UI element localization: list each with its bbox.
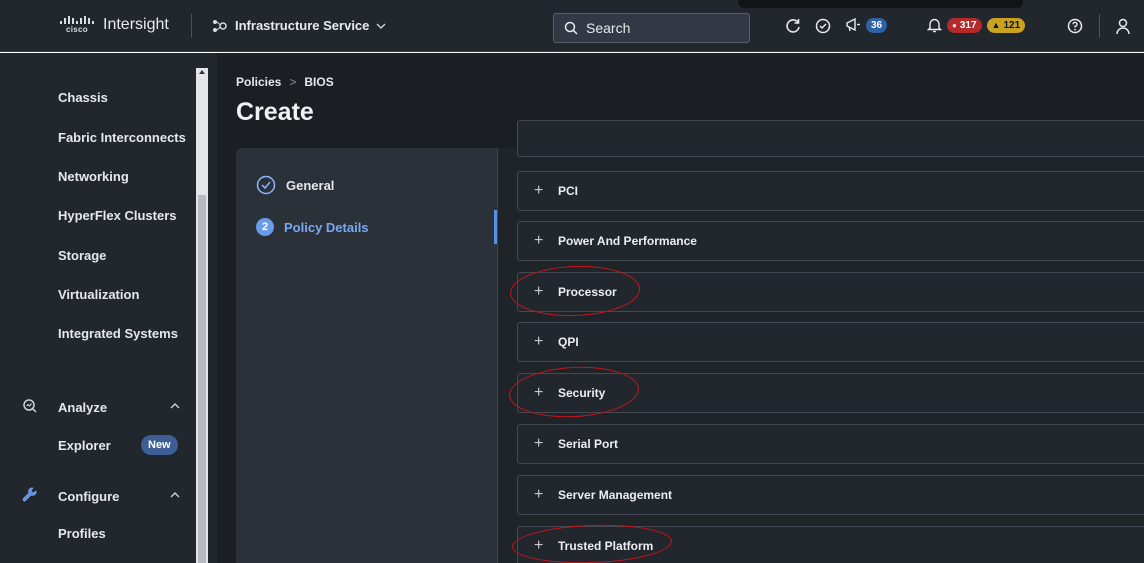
plus-icon: + bbox=[534, 182, 544, 199]
announcements-button[interactable]: 36 bbox=[845, 17, 888, 33]
wizard-step-label: Policy Details bbox=[284, 219, 369, 235]
accordion-label: Power And Performance bbox=[558, 234, 697, 248]
sidebar-item-virtualization[interactable]: Virtualization bbox=[58, 287, 139, 302]
warning-alarm-count: 121 bbox=[1003, 19, 1021, 31]
breadcrumb: Policies > BIOS bbox=[236, 75, 334, 89]
critical-alarm-count: 317 bbox=[959, 19, 977, 31]
chevron-up-icon[interactable] bbox=[170, 401, 180, 411]
wrench-icon bbox=[22, 487, 37, 502]
warning-alarm-badge: ▲ 121 bbox=[986, 17, 1026, 33]
chevron-up-icon[interactable] bbox=[170, 490, 180, 500]
help-icon[interactable] bbox=[1066, 17, 1084, 35]
new-badge: New bbox=[141, 435, 178, 455]
accordion-qpi[interactable]: + QPI bbox=[517, 322, 1144, 362]
chevron-down-icon bbox=[376, 23, 386, 29]
critical-alarm-icon: ● bbox=[952, 20, 957, 30]
search-icon bbox=[564, 21, 578, 35]
sidebar-item-fabric-interconnects[interactable]: Fabric Interconnects bbox=[58, 130, 186, 145]
accordion-power-and-performance[interactable]: + Power And Performance bbox=[517, 221, 1144, 261]
sidebar-item-storage[interactable]: Storage bbox=[58, 248, 106, 263]
accordion-serial-port[interactable]: + Serial Port bbox=[517, 424, 1144, 464]
breadcrumb-bios: BIOS bbox=[304, 75, 334, 89]
critical-alarm-badge: ● 317 bbox=[947, 17, 982, 33]
plus-icon: + bbox=[534, 435, 544, 452]
wizard-step-policy-details[interactable]: 2 Policy Details bbox=[256, 218, 369, 236]
active-step-indicator bbox=[494, 210, 497, 244]
scroll-up-arrow-icon[interactable] bbox=[199, 70, 205, 74]
accordion-label: Server Management bbox=[558, 488, 673, 502]
page-title: Create bbox=[236, 98, 314, 126]
check-circle-icon[interactable] bbox=[814, 17, 832, 35]
app-name: Intersight bbox=[103, 16, 169, 33]
accordion-server-management[interactable]: + Server Management bbox=[517, 475, 1144, 515]
sidebar-item-explorer[interactable]: Explorer bbox=[58, 438, 111, 453]
plus-icon: + bbox=[534, 333, 544, 350]
wizard-step-number: 2 bbox=[256, 218, 274, 236]
service-icon bbox=[213, 19, 227, 32]
bell-icon bbox=[927, 18, 942, 33]
analyze-icon bbox=[23, 399, 37, 413]
sidebar-item-profiles[interactable]: Profiles bbox=[58, 526, 106, 541]
sidebar-item-chassis[interactable]: Chassis bbox=[58, 90, 108, 105]
user-icon[interactable] bbox=[1114, 17, 1132, 35]
divider bbox=[1099, 14, 1100, 38]
sidebar-item-integrated-systems[interactable]: Integrated Systems bbox=[58, 326, 178, 341]
wizard-step-general[interactable]: General bbox=[256, 175, 334, 195]
service-label: Infrastructure Service bbox=[235, 18, 370, 33]
cisco-logo-text: cisco bbox=[66, 25, 88, 34]
screen-edge-shadow bbox=[738, 0, 1023, 8]
sidebar-scrollbar-thumb[interactable] bbox=[198, 195, 206, 563]
divider bbox=[191, 14, 192, 38]
accordion-pci[interactable]: + PCI bbox=[517, 171, 1144, 211]
warning-alarm-icon: ▲ bbox=[991, 20, 1001, 30]
alarms-button[interactable]: ● 317 ▲ 121 bbox=[927, 17, 1026, 33]
accordion-previous-section[interactable] bbox=[517, 120, 1144, 157]
menu-icon[interactable] bbox=[18, 18, 34, 32]
search-button[interactable]: Search bbox=[553, 13, 750, 43]
service-selector[interactable]: Infrastructure Service bbox=[212, 18, 386, 33]
accordion-label: Serial Port bbox=[558, 437, 619, 451]
accordion-label: PCI bbox=[558, 184, 579, 198]
search-label: Search bbox=[586, 20, 631, 36]
sidebar-item-hyperflex-clusters[interactable]: HyperFlex Clusters bbox=[58, 208, 177, 223]
refresh-icon[interactable] bbox=[784, 17, 802, 35]
sidebar-section-analyze[interactable]: Analyze bbox=[58, 400, 107, 415]
sidebar-item-networking[interactable]: Networking bbox=[58, 169, 129, 184]
accordion-label: QPI bbox=[558, 335, 579, 349]
cisco-logo: cisco bbox=[60, 16, 94, 34]
sidebar-section-configure[interactable]: Configure bbox=[58, 489, 119, 504]
sidebar: Chassis Fabric Interconnects Networking … bbox=[0, 53, 217, 563]
check-circle-icon bbox=[256, 175, 276, 195]
megaphone-icon bbox=[846, 17, 860, 32]
breadcrumb-policies[interactable]: Policies bbox=[236, 75, 281, 89]
plus-icon: + bbox=[534, 232, 544, 249]
wizard-step-label: General bbox=[286, 177, 335, 193]
plus-icon: + bbox=[534, 486, 544, 503]
breadcrumb-separator-icon: > bbox=[289, 75, 297, 89]
announcements-count: 36 bbox=[866, 17, 888, 33]
